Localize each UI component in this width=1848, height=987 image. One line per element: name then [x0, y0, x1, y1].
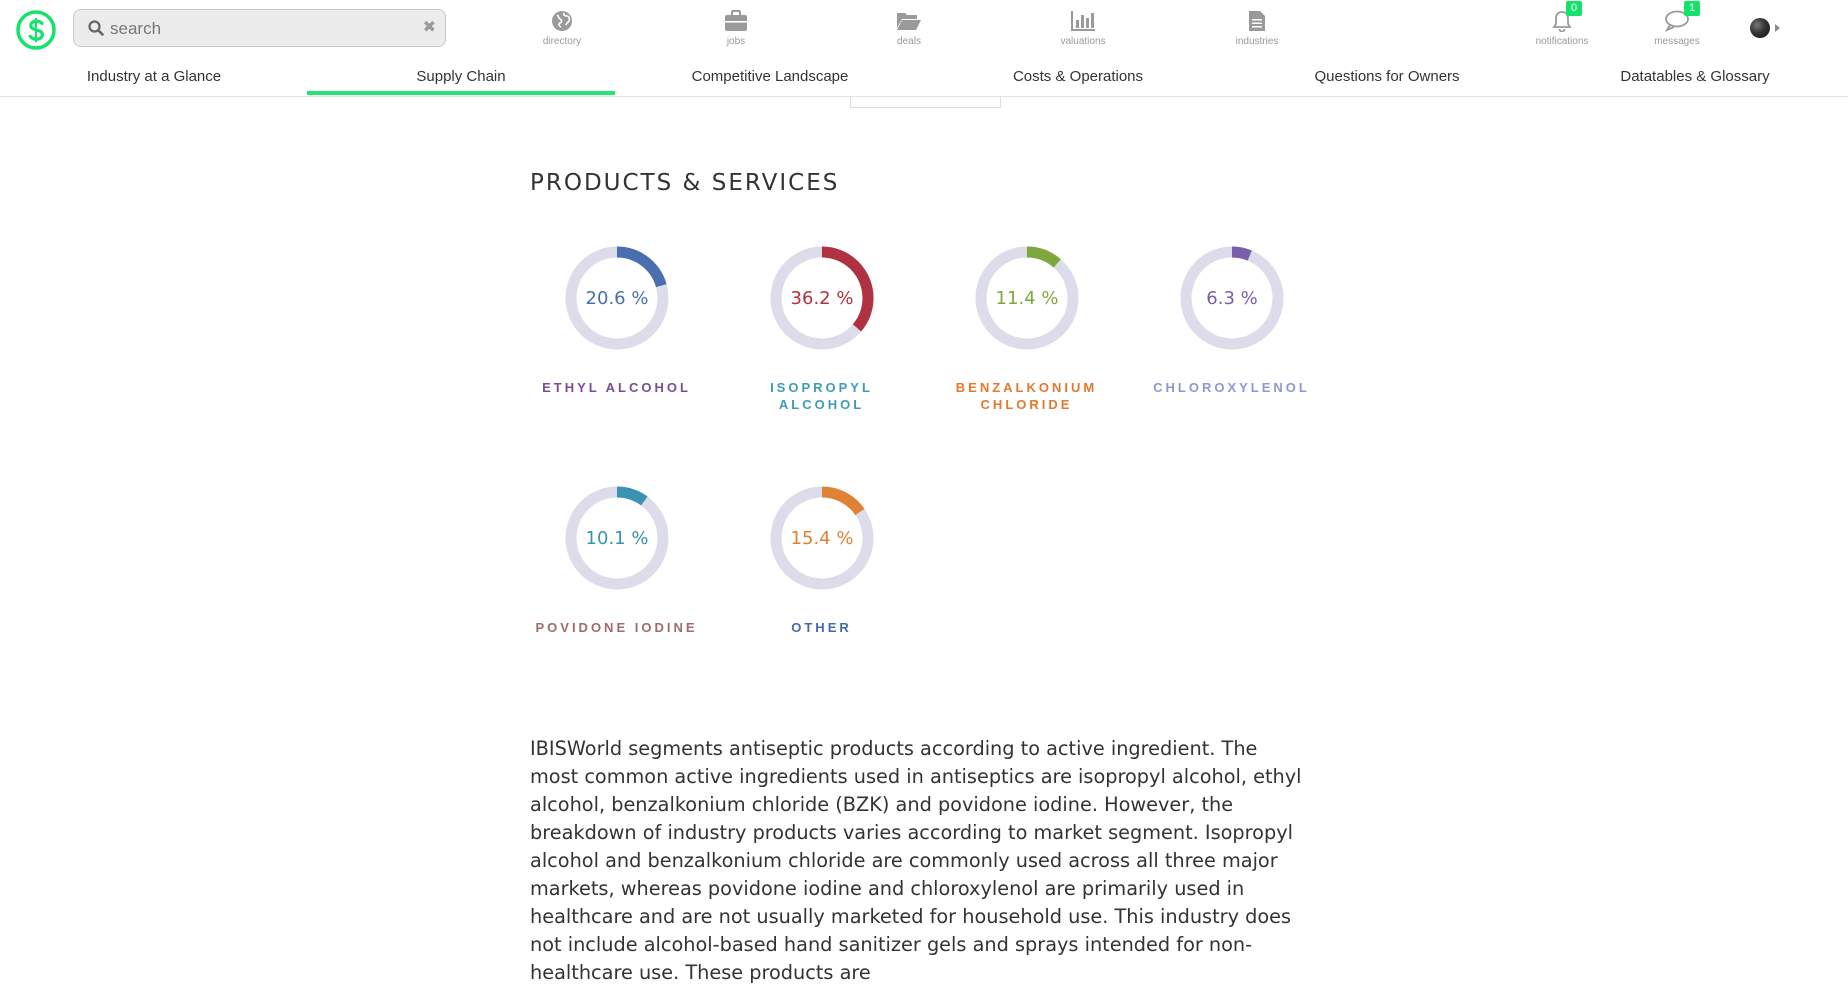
tab-questions-for-owners[interactable]: Questions for Owners — [1233, 66, 1541, 94]
product-donut: 6.3 % CHLOROXYLENOL — [1129, 243, 1334, 396]
bar-chart-icon — [1071, 11, 1095, 31]
nav-deals[interactable]: deals — [869, 8, 949, 52]
globe-icon — [552, 11, 572, 31]
search-input[interactable] — [108, 17, 412, 41]
donut-percent-label: 20.6 % — [585, 288, 648, 309]
nav-label: industries — [1235, 36, 1279, 47]
donut-chart: 36.2 % — [770, 246, 873, 350]
logo-icon[interactable] — [15, 9, 57, 51]
tab-datatables-glossary[interactable]: Datatables & Glossary — [1541, 66, 1848, 94]
search-bar: ✖ — [73, 9, 446, 47]
avatar[interactable] — [1750, 18, 1770, 38]
nav-industries[interactable]: industries — [1217, 8, 1297, 52]
nav-jobs[interactable]: jobs — [696, 8, 776, 52]
donut-chart: 11.4 % — [975, 246, 1078, 350]
folder-open-icon — [897, 13, 921, 30]
product-name-label: POVIDONE IODINE — [535, 620, 698, 635]
top-bar: ✖ directory jobs deals — [0, 0, 1848, 58]
donut-percent-label: 10.1 % — [585, 528, 648, 549]
document-icon — [1249, 11, 1265, 31]
nav-directory[interactable]: directory — [522, 8, 602, 52]
nav-label: directory — [542, 36, 582, 47]
clear-search-icon[interactable]: ✖ — [423, 18, 436, 38]
nav-label: deals — [897, 36, 921, 47]
tab-competitive-landscape[interactable]: Competitive Landscape — [616, 66, 924, 94]
tab-supply-chain[interactable]: Supply Chain — [307, 66, 615, 95]
caret-right-icon[interactable] — [1775, 24, 1780, 32]
section-title: PRODUCTS & SERVICES — [530, 170, 840, 196]
nav-messages[interactable]: 1 messages — [1636, 1, 1718, 52]
tab-costs-operations[interactable]: Costs & Operations — [924, 66, 1232, 94]
nav-label: messages — [1654, 36, 1700, 47]
dropdown-stub — [850, 96, 1001, 108]
donut-chart: 10.1 % — [565, 486, 668, 590]
product-name-label: OTHER — [791, 620, 852, 635]
donut-percent-label: 6.3 % — [1206, 288, 1257, 309]
product-donut: 20.6 % ETHYL ALCOHOL — [514, 243, 719, 396]
nav-label: jobs — [726, 36, 746, 47]
donut-chart: 6.3 % — [1180, 246, 1283, 350]
donut-chart: 20.6 % — [565, 246, 668, 350]
nav-notifications[interactable]: 0 notifications — [1521, 1, 1603, 52]
product-donut: 15.4 % OTHER — [719, 483, 924, 636]
product-donut: 10.1 % POVIDONE IODINE — [514, 483, 719, 636]
search-icon — [88, 20, 104, 36]
messages-count-badge: 1 — [1684, 1, 1700, 16]
donut-chart: 15.4 % — [770, 486, 873, 590]
briefcase-icon — [725, 10, 747, 31]
section-tabs: Industry at a Glance Supply Chain Compet… — [0, 66, 1848, 97]
donut-percent-label: 15.4 % — [790, 528, 853, 549]
product-name-label: CHLOROXYLENOL — [1153, 380, 1310, 395]
product-donut: 11.4 % BENZALKONIUM CHLORIDE — [924, 243, 1129, 413]
product-name-label: ETHYL ALCOHOL — [542, 380, 691, 395]
notifications-count-badge: 0 — [1566, 1, 1582, 16]
nav-label: notifications — [1535, 36, 1589, 47]
product-donut: 36.2 % ISOPROPYL ALCOHOL — [719, 243, 924, 413]
donut-percent-label: 36.2 % — [790, 288, 853, 309]
nav-valuations[interactable]: valuations — [1043, 8, 1123, 52]
tab-industry-at-a-glance[interactable]: Industry at a Glance — [0, 66, 308, 94]
product-name-label: BENZALKONIUM CHLORIDE — [955, 380, 1098, 412]
donut-percent-label: 11.4 % — [995, 288, 1058, 309]
section-body-text: IBISWorld segments antiseptic products a… — [530, 737, 1302, 984]
product-name-label: ISOPROPYL ALCOHOL — [770, 380, 873, 412]
nav-label: valuations — [1060, 36, 1106, 47]
